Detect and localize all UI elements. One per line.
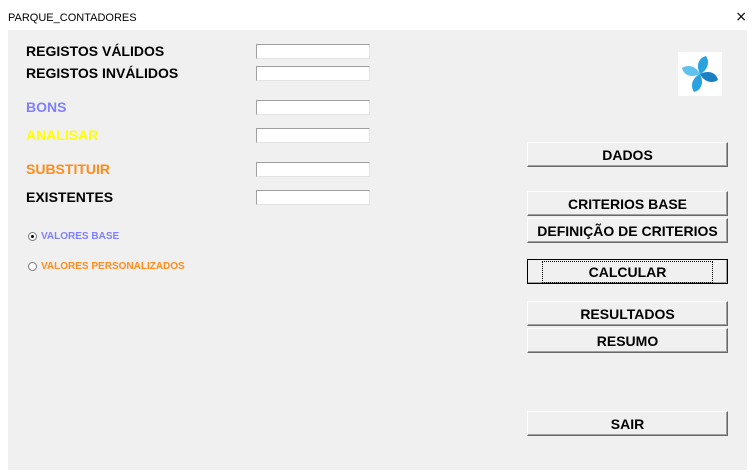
form-client-area: REGISTOS VÁLIDOS REGISTOS INVÁLIDOS BONS…: [8, 30, 747, 470]
radio-selected-icon: [28, 232, 37, 241]
registos-validos-field[interactable]: [256, 44, 370, 59]
registos-invalidos-field[interactable]: [256, 66, 370, 81]
bons-field[interactable]: [256, 100, 370, 115]
calcular-button-label: CALCULAR: [541, 260, 714, 283]
resultados-button[interactable]: RESULTADOS: [527, 301, 728, 326]
definicao-criterios-button[interactable]: DEFINIÇÃO DE CRITERIOS: [527, 218, 728, 243]
label-analisar: ANALISAR: [26, 127, 99, 143]
label-existentes: EXISTENTES: [26, 189, 114, 205]
criterios-base-button[interactable]: CRITERIOS BASE: [527, 191, 728, 216]
resumo-button-label: RESUMO: [596, 332, 659, 349]
sair-button[interactable]: SAIR: [527, 411, 728, 436]
dados-button-label: DADOS: [602, 146, 653, 163]
pinwheel-logo-icon: [678, 52, 722, 96]
valores-base-label: VALORES BASE: [41, 231, 120, 242]
valores-base-radio[interactable]: VALORES BASE: [28, 231, 119, 242]
close-icon[interactable]: ×: [735, 9, 747, 25]
label-registos-validos: REGISTOS VÁLIDOS: [26, 43, 165, 59]
dados-button[interactable]: DADOS: [527, 142, 728, 167]
resumo-button[interactable]: RESUMO: [527, 328, 728, 353]
analisar-field[interactable]: [256, 128, 370, 143]
window-title: PARQUE_CONTADORES: [8, 12, 137, 24]
valores-personalizados-radio[interactable]: VALORES PERSONALIZADOS: [28, 261, 185, 272]
title-bar: PARQUE_CONTADORES ×: [0, 0, 755, 30]
label-bons: BONS: [26, 99, 67, 115]
definicao-criterios-button-label: DEFINIÇÃO DE CRITERIOS: [537, 222, 718, 239]
resultados-button-label: RESULTADOS: [580, 305, 675, 322]
sair-button-label: SAIR: [610, 415, 645, 432]
radio-unselected-icon: [28, 262, 37, 271]
criterios-base-button-label: CRITERIOS BASE: [567, 195, 687, 212]
existentes-field[interactable]: [256, 190, 370, 205]
calcular-button[interactable]: CALCULAR: [527, 259, 728, 284]
substituir-field[interactable]: [256, 162, 370, 177]
label-substituir: SUBSTITUIR: [26, 161, 110, 177]
valores-personalizados-label: VALORES PERSONALIZADOS: [41, 261, 185, 272]
label-registos-invalidos: REGISTOS INVÁLIDOS: [26, 65, 179, 81]
